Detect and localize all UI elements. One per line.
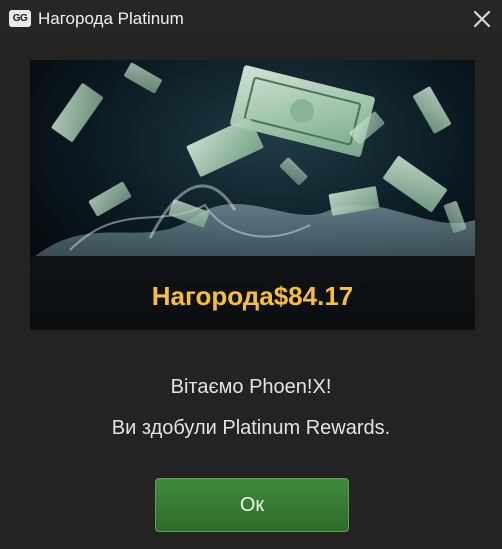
window-title: Нагорода Platinum: [38, 9, 184, 28]
greeting-text: Вітаємо Phoen!X!: [170, 376, 332, 398]
ok-button[interactable]: Ок: [155, 478, 349, 532]
close-icon[interactable]: [472, 9, 492, 29]
title-bar: GG Нагорода Platinum: [0, 0, 502, 38]
reward-banner: Нагорода$84.17: [30, 60, 475, 330]
reward-message: Ви здобули Platinum Rewards.: [111, 417, 391, 439]
gg-logo-icon: GG: [9, 10, 31, 27]
reward-amount: Нагорода$84.17: [151, 281, 354, 311]
